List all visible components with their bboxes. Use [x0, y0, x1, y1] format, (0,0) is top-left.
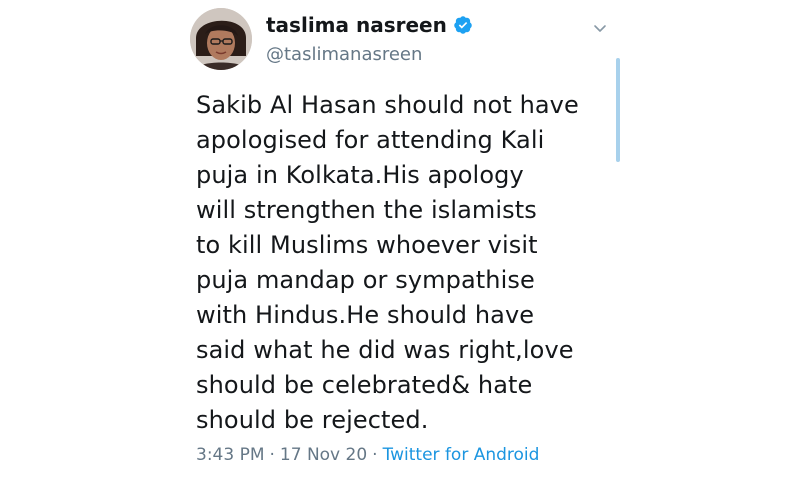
tweet-date[interactable]: 17 Nov 20 — [280, 445, 367, 465]
chevron-down-icon[interactable] — [592, 20, 608, 36]
user-name-row: taslima nasreen — [266, 13, 473, 37]
meta-separator: · — [269, 445, 275, 465]
verified-badge-icon — [453, 15, 473, 35]
avatar[interactable] — [190, 8, 252, 70]
tweet-source-link[interactable]: Twitter for Android — [383, 445, 540, 465]
scrollbar[interactable] — [616, 58, 620, 162]
tweet-card: taslima nasreen @taslimanasreen Sakib Al… — [186, 0, 620, 483]
meta-separator: · — [372, 445, 378, 465]
tweet-text: Sakib Al Hasan should not have apologise… — [196, 91, 579, 434]
display-name[interactable]: taslima nasreen — [266, 13, 447, 37]
tweet-time[interactable]: 3:43 PM — [196, 445, 265, 465]
tweet-meta: 3:43 PM · 17 Nov 20 · Twitter for Android — [196, 444, 539, 466]
user-handle[interactable]: @taslimanasreen — [266, 44, 422, 66]
